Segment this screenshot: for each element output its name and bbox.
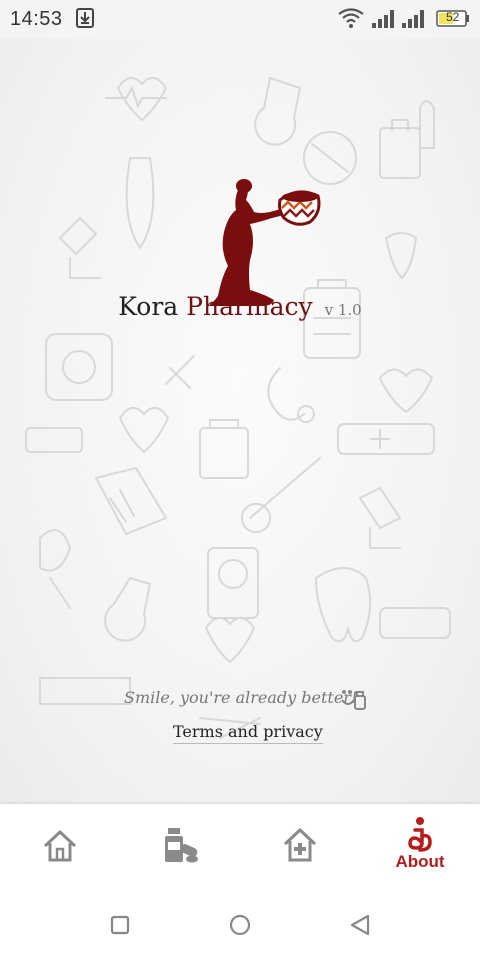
battery-level: 52 — [446, 10, 460, 24]
signal-icon — [372, 10, 394, 28]
info-icon — [408, 817, 432, 852]
about-screen: Kora Pharmacy v 1.0 Smile, you're alread… — [0, 38, 480, 804]
bottom-navigation: About — [0, 804, 480, 890]
app-title: Kora Pharmacy v 1.0 — [0, 292, 480, 321]
download-icon — [76, 8, 94, 28]
home-circle-icon[interactable] — [220, 910, 260, 940]
signal-icon — [402, 10, 424, 28]
nav-pharmacies[interactable] — [240, 804, 360, 890]
app-title-part2: Pharmacy — [186, 292, 313, 321]
back-icon[interactable] — [340, 910, 380, 940]
medicine-icon — [165, 828, 198, 863]
nav-about[interactable]: About — [360, 804, 480, 890]
recent-apps-icon[interactable] — [100, 910, 140, 940]
tagline: Smile, you're already better! — [124, 688, 358, 707]
smile-pill-icon — [341, 690, 366, 710]
pharmacy-icon — [283, 828, 317, 862]
system-navigation-bar — [0, 890, 480, 960]
app-title-part1: Kora — [118, 292, 179, 321]
home-icon — [43, 830, 77, 862]
nav-home[interactable] — [0, 804, 120, 890]
status-bar: 14:53 52 — [0, 0, 480, 38]
status-time: 14:53 — [10, 8, 63, 30]
nav-medicines[interactable] — [120, 804, 240, 890]
wifi-icon — [338, 8, 364, 28]
nav-about-label: About — [395, 852, 445, 871]
terms-and-privacy-link[interactable]: Terms and privacy — [173, 722, 323, 744]
app-version: v 1.0 — [324, 301, 362, 319]
